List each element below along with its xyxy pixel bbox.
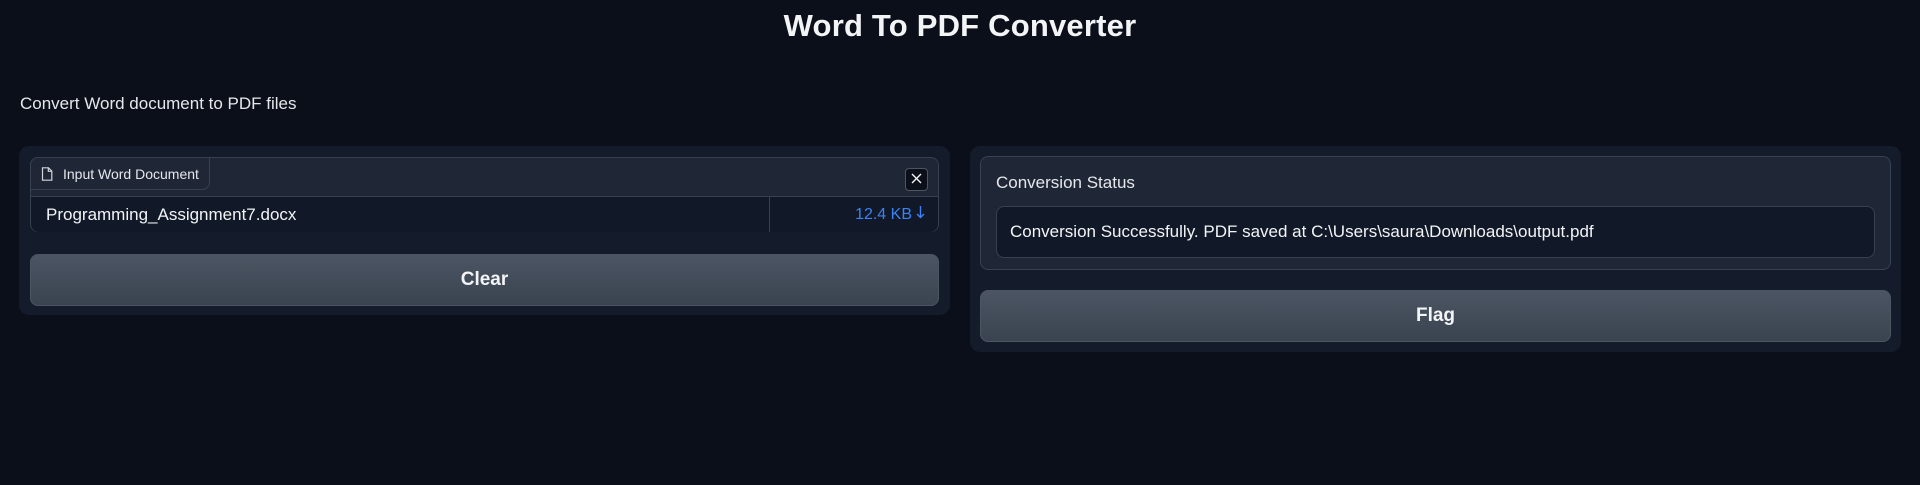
flag-button[interactable]: Flag [980,290,1891,342]
file-input-label: Input Word Document [30,157,210,190]
conversion-status: Conversion Status Conversion Successfull… [980,156,1891,270]
output-panel: Conversion Status Conversion Successfull… [970,146,1901,352]
close-icon [911,171,922,189]
page-description: Convert Word document to PDF files [20,94,297,113]
file-upload: Input Word Document Programming_Assignme… [30,157,939,232]
file-name: Programming_Assignment7.docx [31,197,770,232]
file-row: Programming_Assignment7.docx 12.4 KB [31,196,938,232]
clear-file-button[interactable] [905,168,928,191]
page-title: Word To PDF Converter [783,8,1137,43]
file-download-link[interactable]: 12.4 KB [770,197,938,232]
file-icon [41,166,53,181]
download-arrow-icon [916,205,925,224]
file-input-label-text: Input Word Document [63,165,199,182]
gradio-app: Word To PDF Converter Convert Word docum… [0,0,1920,485]
file-size: 12.4 KB [855,205,912,223]
conversion-status-label: Conversion Status [996,173,1135,192]
conversion-status-textbox[interactable]: Conversion Successfully. PDF saved at C:… [996,206,1875,258]
clear-button[interactable]: Clear [30,254,939,306]
input-panel: Input Word Document Programming_Assignme… [19,146,950,315]
